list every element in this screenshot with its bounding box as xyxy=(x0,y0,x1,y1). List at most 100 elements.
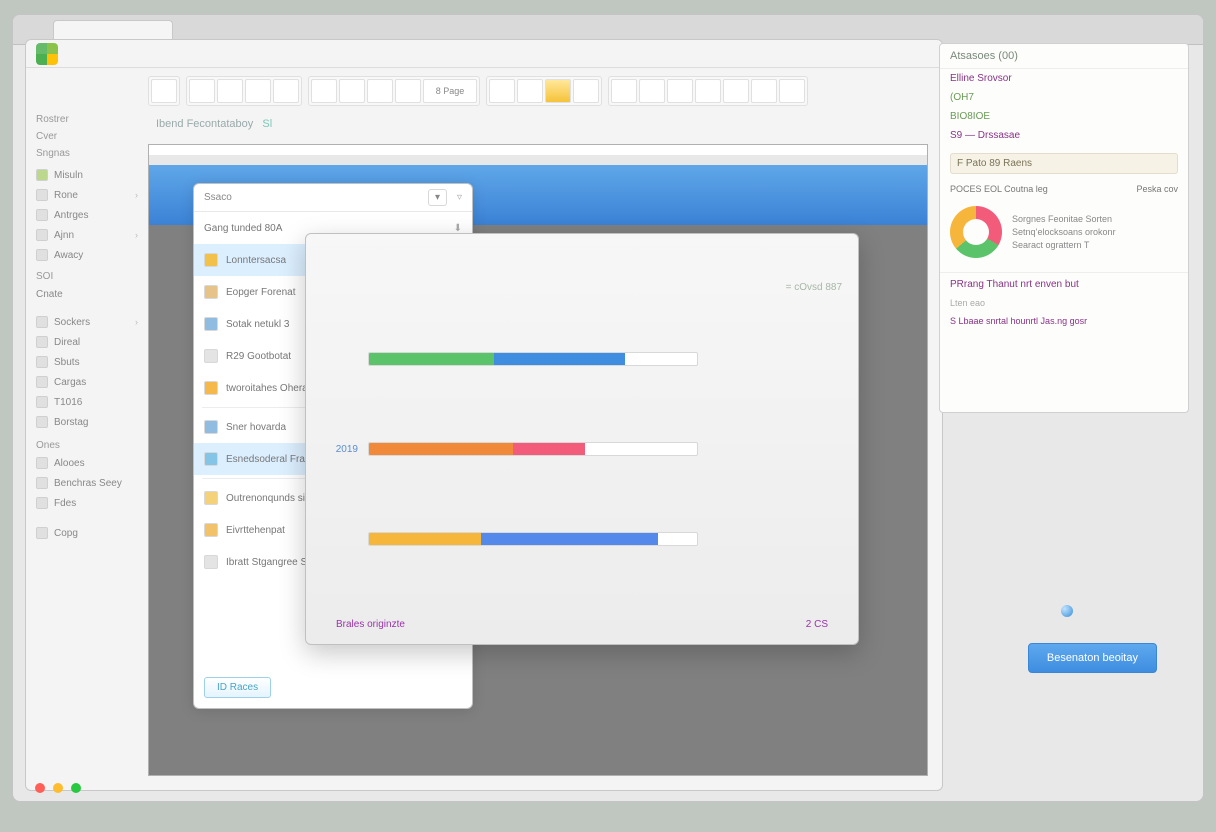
tool-btn[interactable] xyxy=(311,79,337,103)
window-header xyxy=(26,40,942,68)
sidebar-item[interactable]: Awacy xyxy=(32,245,144,265)
toolbar: 8 Page xyxy=(148,74,932,108)
tool-btn[interactable] xyxy=(723,79,749,103)
sidebar-item[interactable]: Alooes xyxy=(32,453,144,473)
tool-btn[interactable] xyxy=(611,79,637,103)
rp-section: F Pato 89 Raens xyxy=(950,153,1178,174)
filter-icon[interactable]: ▿ xyxy=(457,192,462,203)
row-icon xyxy=(204,317,218,331)
bar xyxy=(368,352,698,366)
item-icon xyxy=(36,376,48,388)
rp-tab[interactable]: Atsasoes (00) xyxy=(940,44,1188,69)
tool-btn[interactable] xyxy=(667,79,693,103)
sidebar-item[interactable]: Borstag xyxy=(32,412,144,432)
item-icon xyxy=(36,229,48,241)
donut-chart-icon xyxy=(950,206,1002,258)
tool-home-icon[interactable] xyxy=(151,79,177,103)
row-icon xyxy=(204,452,218,466)
item-icon xyxy=(36,249,48,261)
close-icon[interactable] xyxy=(35,783,45,793)
row-icon xyxy=(204,285,218,299)
side-section-label: Misuln xyxy=(32,165,144,185)
rp-line: BIO8IOE xyxy=(940,107,1188,126)
tool-btn[interactable] xyxy=(517,79,543,103)
sidebar: Rostrer Cver Sngnas Misuln Rone›AntrgesA… xyxy=(26,102,144,790)
tool-btn[interactable] xyxy=(695,79,721,103)
sidebar-item[interactable]: Ajnn› xyxy=(32,225,144,245)
minimize-icon[interactable] xyxy=(53,783,63,793)
zoom-icon[interactable] xyxy=(71,783,81,793)
item-icon xyxy=(36,497,48,509)
knob-icon[interactable] xyxy=(1061,605,1073,617)
sidebar-item[interactable]: Antrges xyxy=(32,205,144,225)
window-controls xyxy=(35,783,81,793)
side-section-label: Cnate xyxy=(32,284,144,304)
tool-btn[interactable] xyxy=(273,79,299,103)
sidebar-item[interactable]: Sockers› xyxy=(32,312,144,332)
chart-window: = cOvsd 887 2019 Brales originzte 2 CS xyxy=(305,233,859,645)
id-races-button[interactable]: ID Races xyxy=(204,677,271,698)
item-icon xyxy=(36,416,48,428)
chevron-right-icon: › xyxy=(135,317,138,327)
tool-btn[interactable] xyxy=(189,79,215,103)
tool-page-label[interactable]: 8 Page xyxy=(423,79,477,103)
row-icon xyxy=(204,523,218,537)
sidebar-item[interactable]: Fdes xyxy=(32,493,144,513)
sidebar-item[interactable]: Benchras Seey xyxy=(32,473,144,493)
sidebar-item[interactable]: Direal xyxy=(32,332,144,352)
breadcrumb: Ibend Fecontataboy Sl xyxy=(156,118,272,130)
tool-btn[interactable] xyxy=(639,79,665,103)
breadcrumb-b[interactable]: Sl xyxy=(262,118,272,130)
item-icon xyxy=(36,527,48,539)
sidebar-item[interactable]: Rone› xyxy=(32,185,144,205)
tool-btn[interactable] xyxy=(245,79,271,103)
legend-item: Searact ograttern T xyxy=(1012,240,1116,250)
item-icon xyxy=(36,396,48,408)
rp-row: POCES EOL Coutna legPeska cov xyxy=(940,178,1188,200)
legend-item: Sorgnes Feonitae Sorten xyxy=(1012,214,1116,224)
browser-tab[interactable] xyxy=(53,20,173,40)
app-logo-icon xyxy=(36,43,58,65)
sidebar-item[interactable]: Sbuts xyxy=(32,352,144,372)
row-icon xyxy=(204,253,218,267)
tool-btn[interactable] xyxy=(751,79,777,103)
square-icon xyxy=(36,169,48,181)
side-head: SOI xyxy=(36,271,144,282)
chart-footer-right: 2 CS xyxy=(806,619,828,630)
legend-item: Setnq’elocksoans orokonr xyxy=(1012,227,1116,237)
tool-btn[interactable] xyxy=(489,79,515,103)
tool-btn[interactable] xyxy=(217,79,243,103)
chart-footer-left: Brales originzte xyxy=(336,619,405,630)
tool-btn[interactable] xyxy=(573,79,599,103)
sidebar-item[interactable]: Cargas xyxy=(32,372,144,392)
rp-info-sub: Lten eao xyxy=(940,294,1188,312)
side-head: Ones xyxy=(36,440,144,451)
bar xyxy=(368,532,698,546)
item-icon xyxy=(36,336,48,348)
chart-bars: 2019 xyxy=(324,314,840,584)
list-title: Ssaco ▾ ▿ xyxy=(194,184,472,212)
row-icon xyxy=(204,555,218,569)
tool-btn[interactable] xyxy=(395,79,421,103)
list-dropdown[interactable]: ▾ xyxy=(428,189,447,206)
tool-star-icon[interactable] xyxy=(545,79,571,103)
sidebar-item[interactable]: T1016 xyxy=(32,392,144,412)
rp-info2: S Lbaae snrtal hounrtl Jas.ng gosr xyxy=(940,312,1188,330)
row-icon xyxy=(204,381,218,395)
item-icon xyxy=(36,209,48,221)
app-frame: 8 Page Ibend Fecontataboy Sl xyxy=(12,14,1204,802)
primary-action-button[interactable]: Besenaton beoitay xyxy=(1028,643,1157,673)
right-panel: Atsasoes (00) Elline Srovsor (OH7 BIO8IO… xyxy=(939,43,1189,413)
item-icon xyxy=(36,316,48,328)
download-icon[interactable]: ⬇ xyxy=(454,223,462,234)
chart-caption: = cOvsd 887 xyxy=(786,282,842,293)
tool-btn[interactable] xyxy=(779,79,805,103)
tool-btn[interactable] xyxy=(339,79,365,103)
bar xyxy=(368,442,698,456)
chevron-right-icon: › xyxy=(135,190,138,200)
sidebar-item[interactable]: Copg xyxy=(32,523,144,543)
breadcrumb-a[interactable]: Ibend Fecontataboy xyxy=(156,118,253,130)
side-head: Cver xyxy=(36,131,144,142)
item-icon xyxy=(36,457,48,469)
tool-btn[interactable] xyxy=(367,79,393,103)
